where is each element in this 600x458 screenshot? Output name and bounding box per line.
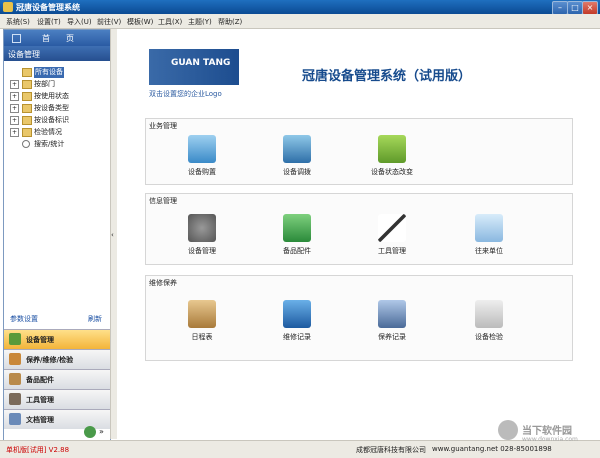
- expand-icon[interactable]: +: [10, 92, 19, 101]
- status-change-icon: [378, 135, 406, 163]
- home-label: 首 页: [42, 34, 74, 43]
- folder-icon: [22, 68, 32, 77]
- logo: GUAN TANG: [149, 49, 239, 85]
- home-button[interactable]: 首 页: [4, 30, 110, 46]
- maximize-button[interactable]: □: [567, 1, 583, 15]
- menu-goto[interactable]: 前往(V): [97, 17, 121, 27]
- company-text: 成都冠唐科技有限公司: [356, 446, 426, 454]
- home-icon: [12, 34, 21, 43]
- menu-help[interactable]: 帮助(Z): [218, 17, 242, 27]
- repair-icon: [283, 300, 311, 328]
- tools-icon: [9, 393, 21, 405]
- folder-icon: [22, 80, 32, 89]
- title-bar: 冠唐设备管理系统 – □ ×: [0, 0, 600, 15]
- contacts-button[interactable]: 往来单位: [459, 214, 519, 256]
- schedule-button[interactable]: 日程表: [172, 300, 232, 342]
- group-maintenance: 维修保养 日程表 维修记录 保养记录 设备检验: [145, 275, 573, 361]
- expand-icon[interactable]: +: [10, 128, 19, 137]
- inspection-button[interactable]: 设备检验: [459, 300, 519, 342]
- watermark: 当下软件园 www.downxia.com: [498, 418, 598, 454]
- search-icon: [22, 140, 30, 148]
- equipment-icon: [9, 333, 21, 345]
- maintenance-records-button[interactable]: 保养记录: [362, 300, 422, 342]
- folder-icon: [475, 214, 503, 242]
- menu-template[interactable]: 模板(W): [127, 17, 153, 27]
- window-title: 冠唐设备管理系统: [16, 3, 80, 12]
- calendar-clock-icon: [188, 300, 216, 328]
- close-button[interactable]: ×: [582, 1, 598, 15]
- screwdriver-icon: [378, 214, 406, 242]
- tree-item-all[interactable]: 所有设备: [8, 67, 108, 78]
- group-label: 业务管理: [149, 122, 177, 130]
- purchase-button[interactable]: 设备购置: [172, 135, 232, 177]
- panel-links: 参数设置 刷新: [4, 312, 110, 324]
- folder-icon: [22, 116, 32, 125]
- app-icon: [3, 2, 13, 12]
- parts-icon: [9, 373, 21, 385]
- folder-icon: [22, 104, 32, 113]
- wrench-icon: [9, 353, 21, 365]
- transfer-icon: [283, 135, 311, 163]
- chevron-down-icon[interactable]: »: [99, 427, 104, 436]
- transfer-button[interactable]: 设备调拨: [267, 135, 327, 177]
- gears-icon: [188, 214, 216, 242]
- collapse-arrow-icon[interactable]: ‹: [111, 231, 114, 239]
- nav-documents[interactable]: 文档管理: [4, 409, 110, 429]
- logo-tagline: 双击设置您的企业Logo: [149, 90, 222, 98]
- tree-item-search[interactable]: 搜索/统计: [8, 139, 108, 150]
- tree-item-status[interactable]: + 按使用状态: [8, 91, 108, 102]
- options-icon[interactable]: [84, 426, 96, 438]
- purchase-icon: [188, 135, 216, 163]
- tree-item-type[interactable]: + 按设备类型: [8, 103, 108, 114]
- watermark-logo: [498, 420, 518, 440]
- group-business: 业务管理 设备购置 设备调拨 设备状态改变: [145, 118, 573, 185]
- group-info: 信息管理 设备管理 备品配件 工具管理 往来单位: [145, 193, 573, 265]
- nav-maintenance[interactable]: 保养/维修/检验: [4, 349, 110, 369]
- version-text: 单机版[试用] V2.88: [6, 446, 70, 454]
- folder-icon: [22, 128, 32, 137]
- menu-tools[interactable]: 工具(X): [158, 17, 182, 27]
- left-panel: 首 页 设备管理 所有设备 + 按部门 + 按使用状态 + 按设备类型 + 按设…: [3, 29, 111, 441]
- params-link[interactable]: 参数设置: [10, 314, 38, 324]
- page-title: 冠唐设备管理系统（试用版）: [302, 69, 472, 84]
- logo-area[interactable]: GUAN TANG 双击设置您的企业Logo: [149, 49, 239, 109]
- nav-parts[interactable]: 备品配件: [4, 369, 110, 389]
- tree-item-tag[interactable]: + 按设备标识: [8, 115, 108, 126]
- document-icon: [9, 413, 21, 425]
- refresh-link[interactable]: 刷新: [88, 314, 102, 324]
- tree-item-dept[interactable]: + 按部门: [8, 79, 108, 90]
- main-area: GUAN TANG 双击设置您的企业Logo 冠唐设备管理系统（试用版） 业务管…: [117, 29, 597, 439]
- pen-icon: [475, 300, 503, 328]
- status-change-button[interactable]: 设备状态改变: [362, 135, 422, 177]
- menu-import[interactable]: 导入(U): [67, 17, 92, 27]
- menu-bar: 系统(S) 设置(T) 导入(U) 前往(V) 模板(W) 工具(X) 主题(Y…: [0, 14, 600, 29]
- section-title: 设备管理: [8, 50, 40, 59]
- tool-mgmt-button[interactable]: 工具管理: [362, 214, 422, 256]
- menu-theme[interactable]: 主题(Y): [188, 17, 212, 27]
- menu-system[interactable]: 系统(S): [6, 17, 30, 27]
- group-label: 维修保养: [149, 279, 177, 287]
- spare-parts-button[interactable]: 备品配件: [267, 214, 327, 256]
- folder-icon: [22, 92, 32, 101]
- group-label: 信息管理: [149, 197, 177, 205]
- nav-equipment[interactable]: 设备管理: [4, 329, 110, 349]
- tree-item-inspection[interactable]: + 检验情况: [8, 127, 108, 138]
- expand-icon[interactable]: +: [10, 104, 19, 113]
- section-header: 设备管理: [4, 46, 110, 61]
- expand-icon[interactable]: +: [10, 116, 19, 125]
- repair-records-button[interactable]: 维修记录: [267, 300, 327, 342]
- maintenance-icon: [378, 300, 406, 328]
- cubes-icon: [283, 214, 311, 242]
- menu-settings[interactable]: 设置(T): [37, 17, 61, 27]
- equipment-mgmt-button[interactable]: 设备管理: [172, 214, 232, 256]
- minimize-button[interactable]: –: [552, 1, 568, 15]
- expand-icon[interactable]: +: [10, 80, 19, 89]
- nav-tools[interactable]: 工具管理: [4, 389, 110, 409]
